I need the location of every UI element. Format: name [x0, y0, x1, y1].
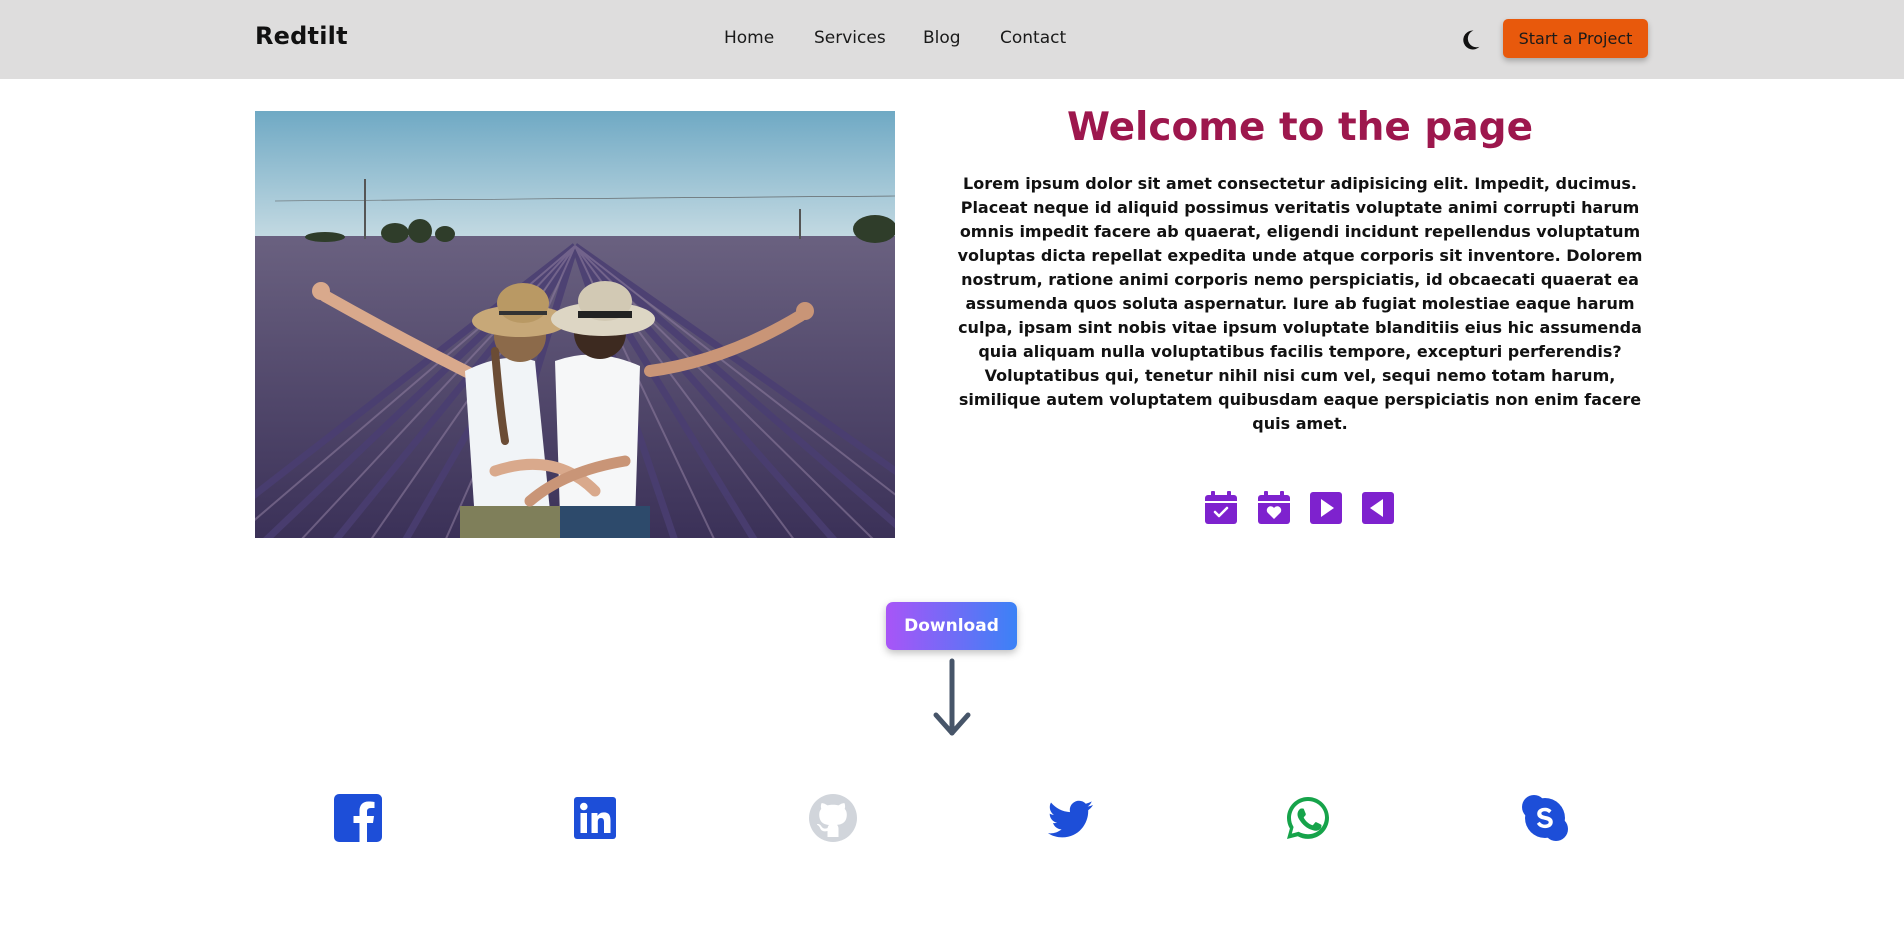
github-icon[interactable]	[808, 793, 858, 843]
download-button[interactable]: Download	[886, 602, 1017, 650]
hero-image	[255, 111, 895, 538]
whatsapp-icon[interactable]	[1283, 793, 1333, 843]
start-project-button[interactable]: Start a Project	[1503, 19, 1648, 58]
skype-icon[interactable]	[1520, 793, 1570, 843]
nav-home[interactable]: Home	[724, 28, 774, 48]
page-title: Welcome to the page	[1066, 105, 1534, 150]
calendar-check-icon[interactable]	[1204, 491, 1238, 525]
nav-contact[interactable]: Contact	[1000, 28, 1066, 48]
linkedin-icon[interactable]	[570, 793, 620, 843]
navbar: Redtilt Home Services Blog Contact Start…	[0, 0, 1904, 79]
nav-blog[interactable]: Blog	[923, 28, 961, 48]
arrow-down-icon	[930, 657, 974, 739]
play-right-icon[interactable]	[1309, 491, 1343, 525]
nav-services[interactable]: Services	[814, 28, 886, 48]
brand-logo[interactable]: Redtilt	[255, 22, 348, 50]
play-left-icon[interactable]	[1361, 491, 1395, 525]
facebook-icon[interactable]	[333, 793, 383, 843]
calendar-heart-icon[interactable]	[1257, 491, 1291, 525]
hero-paragraph: Lorem ipsum dolor sit amet consectetur a…	[957, 174, 1643, 433]
moon-icon[interactable]	[1457, 27, 1483, 53]
twitter-icon[interactable]	[1045, 793, 1095, 843]
